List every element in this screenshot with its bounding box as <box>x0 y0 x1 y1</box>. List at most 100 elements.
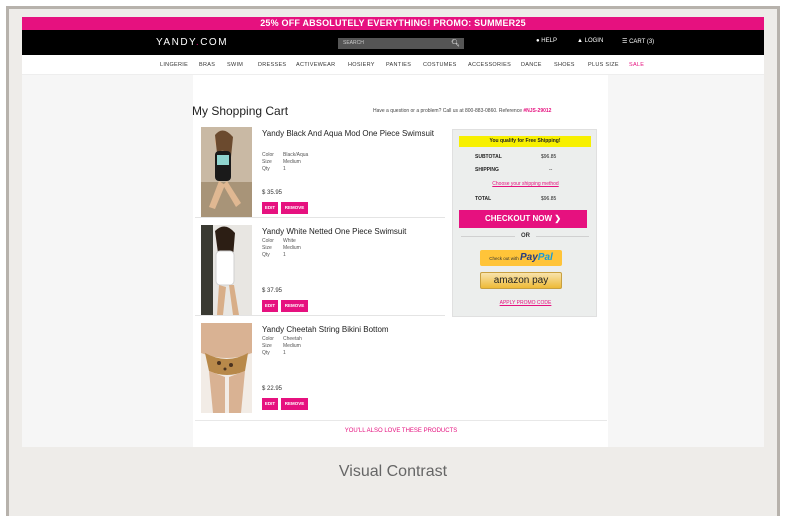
product-qty: Qty 1 <box>262 350 286 356</box>
product-qty: Qty 1 <box>262 252 286 258</box>
paypal-prefix: Check out with <box>489 256 519 261</box>
shipping-label: SHIPPING <box>475 167 499 173</box>
subtotal-label: SUBTOTAL <box>475 154 502 160</box>
nav-hosiery[interactable]: HOSIERY <box>348 62 375 68</box>
product-image[interactable] <box>201 225 252 315</box>
product-name[interactable]: Yandy Black And Aqua Mod One Piece Swims… <box>262 129 442 138</box>
qty-label: Qty <box>262 252 270 258</box>
product-price: $ 37.95 <box>262 288 283 294</box>
logo-text-right: COM <box>200 37 229 48</box>
color-value: Black/Aqua <box>283 152 309 158</box>
qty-label: Qty <box>262 166 270 172</box>
search-placeholder: SEARCH <box>343 40 364 46</box>
choose-shipping-link[interactable]: Choose your shipping method <box>453 181 598 187</box>
logo-text-left: YANDY <box>156 37 196 48</box>
site-logo[interactable]: YANDY.COM <box>156 37 228 48</box>
login-label: LOGIN <box>584 38 604 44</box>
product-size: Size Medium <box>262 343 301 349</box>
edit-button[interactable]: EDIT <box>262 398 278 410</box>
product-size: Size Medium <box>262 245 301 251</box>
amazon-pay-button[interactable]: amazon pay <box>480 272 562 289</box>
cart-items-list: Yandy Black And Aqua Mod One Piece Swims… <box>195 120 445 416</box>
help-contact-line: Have a question or a problem? Call us at… <box>373 108 551 114</box>
size-value: Medium <box>283 159 301 165</box>
free-shipping-badge: You qualify for Free Shipping! <box>459 136 591 147</box>
login-link[interactable]: ▲ LOGIN <box>577 38 603 44</box>
edit-button[interactable]: EDIT <box>262 300 278 312</box>
nav-dresses[interactable]: DRESSES <box>258 62 286 68</box>
image-caption: Visual Contrast <box>338 463 448 480</box>
nav-lingerie[interactable]: LINGERIE <box>160 62 188 68</box>
order-summary: You qualify for Free Shipping! SUBTOTAL … <box>452 129 597 317</box>
product-price: $ 35.95 <box>262 190 283 196</box>
product-size: Size Medium <box>262 159 301 165</box>
qty-label: Qty <box>262 350 270 356</box>
nav-plus-size[interactable]: PLUS SIZE <box>588 62 619 68</box>
help-label: HELP <box>541 38 557 44</box>
paypal-logo: PayPal <box>520 252 553 263</box>
checkout-label: CHECKOUT NOW <box>484 214 553 223</box>
product-image[interactable] <box>201 323 252 413</box>
paypal-logo-a: Pay <box>519 252 538 263</box>
size-label: Size <box>262 343 272 349</box>
product-name[interactable]: Yandy Cheetah String Bikini Bottom <box>262 325 442 334</box>
product-color: Color Cheetah <box>262 336 302 342</box>
total-label: TOTAL <box>475 196 492 202</box>
remove-button[interactable]: REMOVE <box>281 398 308 410</box>
product-price: $ 22.95 <box>262 386 283 392</box>
checkout-button[interactable]: CHECKOUT NOW ❯ <box>459 210 587 228</box>
help-icon: ● <box>536 38 540 44</box>
search-input[interactable]: SEARCH 🔍︎ <box>338 38 464 49</box>
top-header: YANDY.COM SEARCH 🔍︎ ● HELP ▲ LOGIN ☰ CAR… <box>22 30 764 55</box>
product-qty: Qty 1 <box>262 166 286 172</box>
page-title: My Shopping Cart <box>192 104 289 118</box>
product-name[interactable]: Yandy White Netted One Piece Swimsuit <box>262 227 442 236</box>
category-nav: LINGERIE BRAS SWIM DRESSES ACTIVEWEAR HO… <box>22 55 764 75</box>
qty-value: 1 <box>283 166 286 172</box>
cart-item: Yandy White Netted One Piece Swimsuit Co… <box>195 218 445 316</box>
size-value: Medium <box>283 343 301 349</box>
color-value: Cheetah <box>283 336 302 342</box>
remove-button[interactable]: REMOVE <box>281 300 308 312</box>
nav-activewear[interactable]: ACTIVEWEAR <box>296 62 335 68</box>
chevron-right-icon: ❯ <box>554 214 562 223</box>
color-label: Color <box>262 238 274 244</box>
qty-value: 1 <box>283 252 286 258</box>
shipping-value: -- <box>549 167 553 173</box>
cart-link[interactable]: ☰ CART (3) <box>622 38 654 45</box>
subtotal-value: $96.85 <box>541 154 557 160</box>
remove-button[interactable]: REMOVE <box>281 202 308 214</box>
reference-number: #NJS-29012 <box>523 108 552 114</box>
nav-dance[interactable]: DANCE <box>521 62 542 68</box>
nav-accessories[interactable]: ACCESSORIES <box>468 62 511 68</box>
nav-swim[interactable]: SWIM <box>227 62 243 68</box>
edit-button[interactable]: EDIT <box>262 202 278 214</box>
product-image[interactable] <box>201 127 252 217</box>
cart-icon: ☰ <box>622 39 628 45</box>
nav-panties[interactable]: PANTIES <box>386 62 411 68</box>
paypal-button[interactable]: Check out with PayPal <box>480 250 562 266</box>
color-value: White <box>283 238 296 244</box>
color-label: Color <box>262 152 274 158</box>
product-color: Color Black/Aqua <box>262 152 308 158</box>
total-value: $96.85 <box>541 196 557 202</box>
nav-bras[interactable]: BRAS <box>199 62 215 68</box>
size-value: Medium <box>283 245 301 251</box>
apply-promo-link[interactable]: APPLY PROMO CODE <box>453 300 598 306</box>
also-love-heading: YOU'LL ALSO LOVE THESE PRODUCTS <box>195 420 607 440</box>
search-icon[interactable]: 🔍︎ <box>451 38 460 49</box>
or-separator: OR <box>453 233 598 239</box>
or-label: OR <box>515 233 536 239</box>
nav-shoes[interactable]: SHOES <box>554 62 575 68</box>
nav-sale[interactable]: SALE <box>629 62 644 68</box>
cart-label: CART (3) <box>629 39 655 45</box>
user-icon: ▲ <box>577 38 583 44</box>
cart-item: Yandy Cheetah String Bikini Bottom Color… <box>195 316 445 414</box>
size-label: Size <box>262 159 272 165</box>
help-link[interactable]: ● HELP <box>536 38 557 44</box>
nav-costumes[interactable]: COSTUMES <box>423 62 457 68</box>
qty-value: 1 <box>283 350 286 356</box>
promo-banner[interactable]: 25% OFF ABSOLUTELY EVERYTHING! PROMO: SU… <box>22 17 764 30</box>
paypal-logo-b: Pal <box>537 252 553 263</box>
help-contact-text: Have a question or a problem? Call us at… <box>373 108 524 114</box>
